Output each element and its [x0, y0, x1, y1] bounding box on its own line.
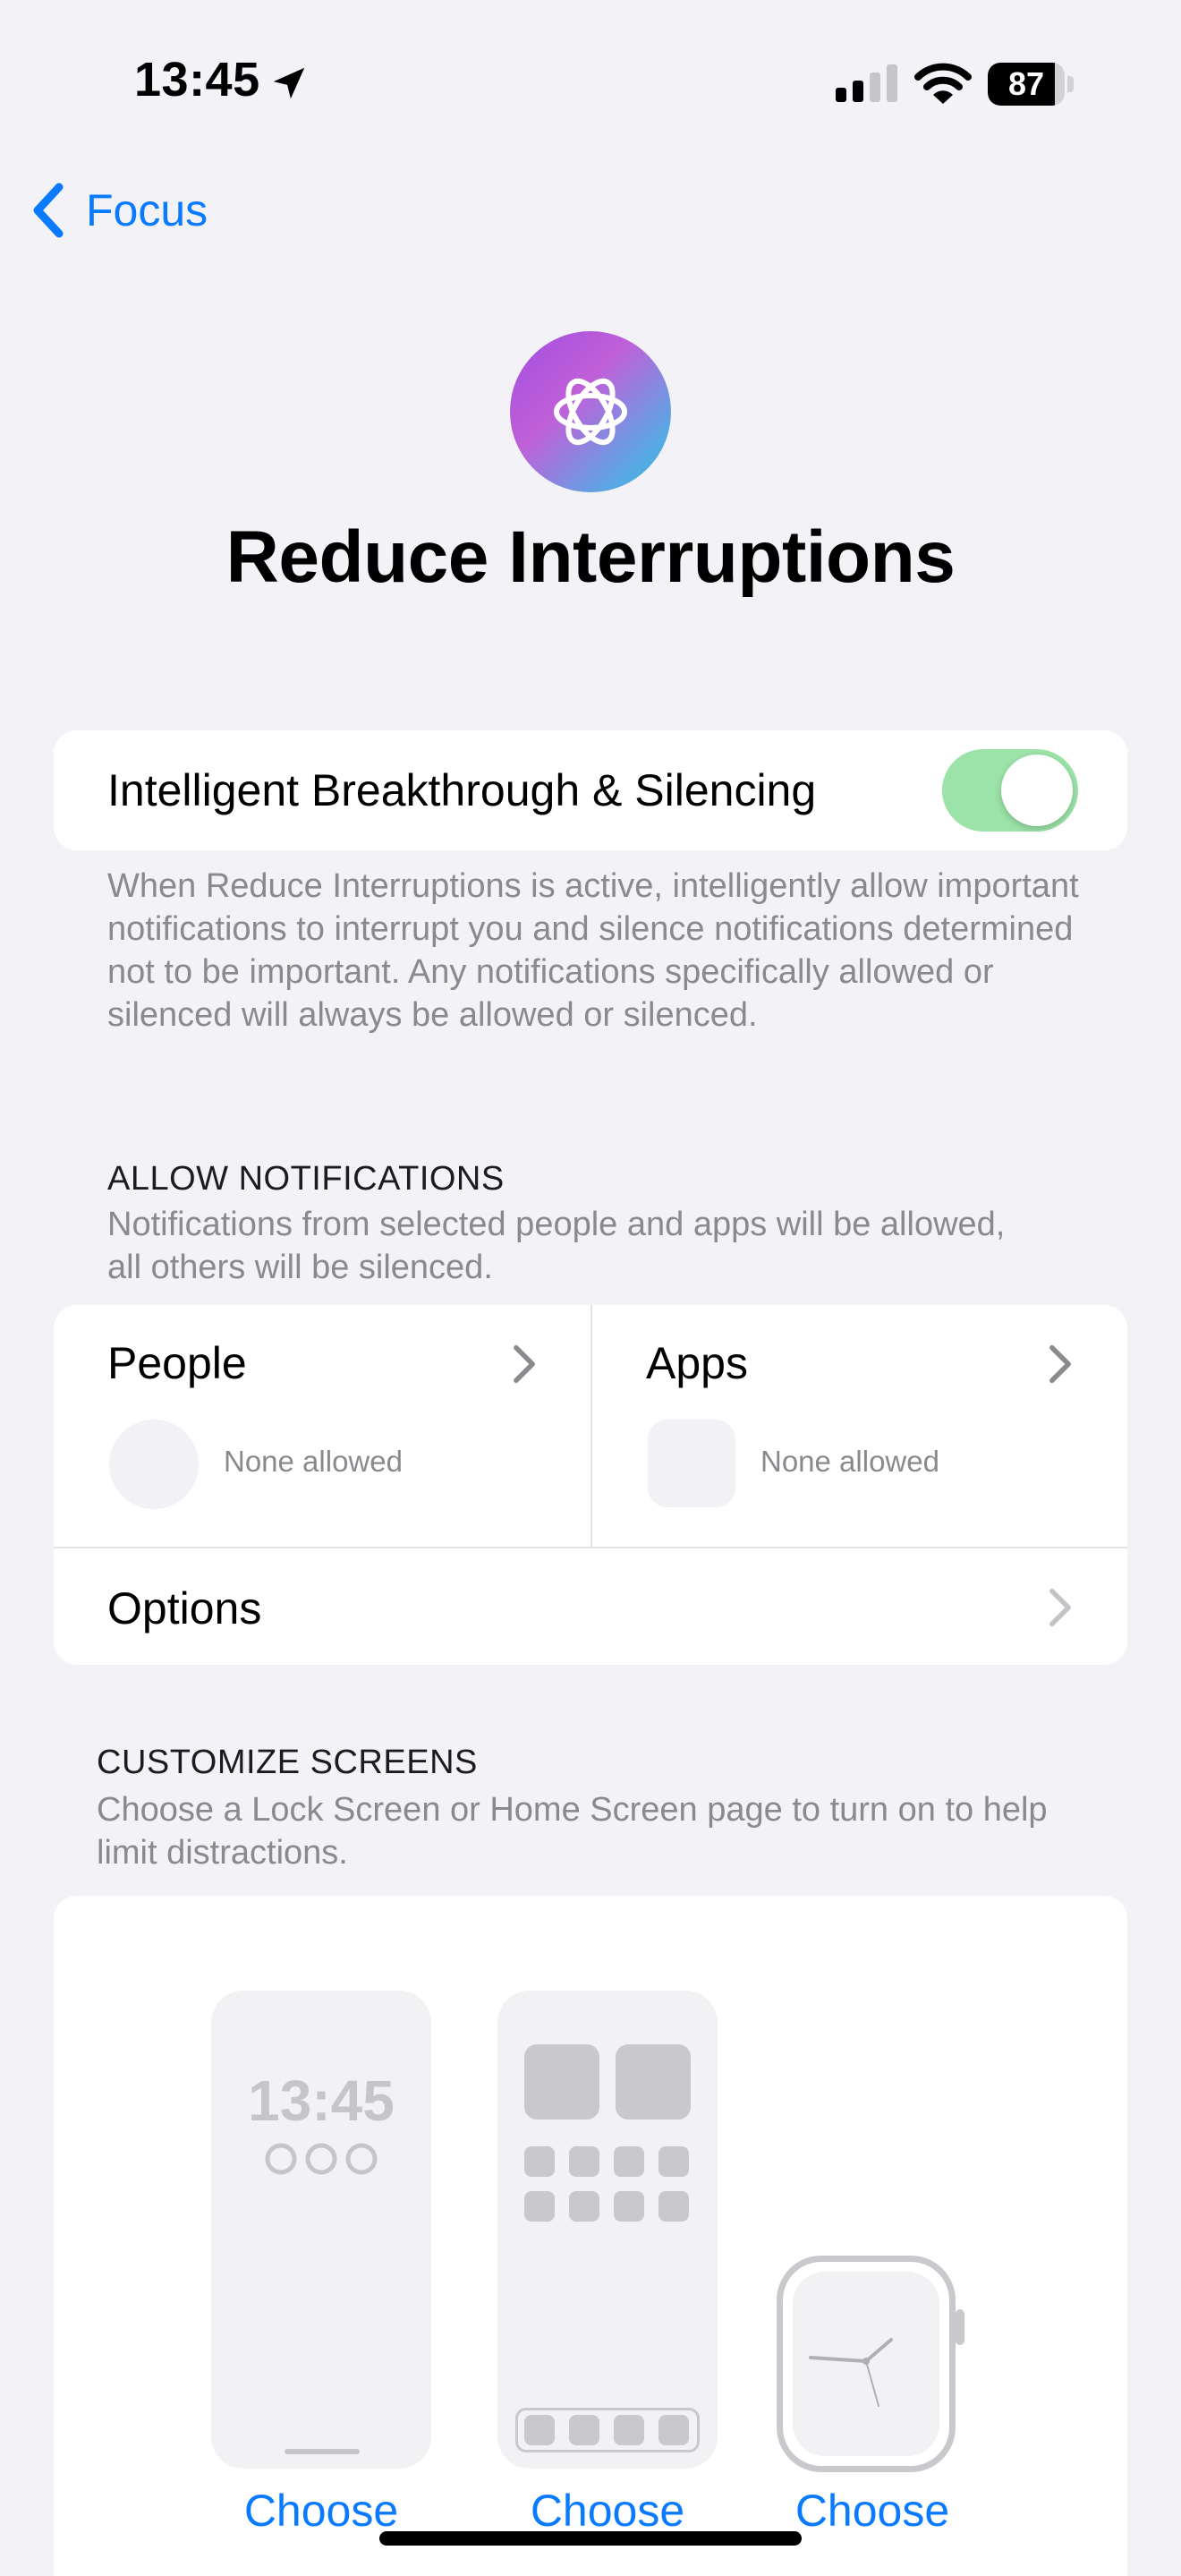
mini-app-tile [658, 2146, 689, 2177]
allow-notifications-card: People None allowed Apps None allowed Op… [54, 1305, 1127, 1665]
watch-clock-hands-icon [809, 2338, 893, 2407]
mini-app-tile [614, 2146, 644, 2177]
chevron-right-icon [1049, 1588, 1071, 1627]
home-dock-apps [524, 2415, 691, 2445]
mini-app-tile [569, 2191, 599, 2222]
intelligent-breakthrough-footer: When Reduce Interruptions is active, int… [107, 867, 1079, 1034]
watch-face-preview[interactable] [777, 2256, 964, 2472]
choose-home-screen-button[interactable]: Choose [473, 2485, 742, 2537]
customize-screens-subheader: Choose a Lock Screen or Home Screen page… [97, 1791, 1048, 1872]
home-indicator [379, 2531, 802, 2546]
mini-app-tile [569, 2146, 599, 2177]
battery-percent: 87 [1007, 65, 1045, 102]
lock-screen-home-indicator [285, 2449, 360, 2454]
mini-app-tile [524, 2146, 555, 2177]
battery-indicator: 87 [988, 63, 1074, 106]
intelligent-breakthrough-label: Intelligent Breakthrough & Silencing [107, 765, 817, 815]
lock-screen-preview[interactable]: 13:45 [211, 1991, 431, 2469]
choose-lock-screen-button[interactable]: Choose [187, 2485, 455, 2537]
customize-screens-card: 13:45 Choose Choose Choose [54, 1896, 1127, 2576]
intelligent-breakthrough-toggle[interactable] [942, 749, 1078, 832]
wifi-icon [914, 63, 972, 104]
chevron-right-icon [1049, 1344, 1071, 1384]
apps-cell[interactable]: Apps None allowed [592, 1305, 1127, 1547]
allow-notifications-subheader: Notifications from selected people and a… [107, 1206, 1006, 1286]
mini-app-tile [524, 2415, 555, 2445]
mini-app-tile [614, 2415, 644, 2445]
people-label: People [107, 1338, 247, 1388]
watch-crown [956, 2309, 964, 2345]
cellular-signal-icon [836, 64, 897, 102]
options-label: Options [107, 1583, 262, 1633]
people-avatar-placeholder [109, 1420, 199, 1509]
back-label: Focus [86, 185, 208, 235]
options-row[interactable]: Options [54, 1548, 1127, 1665]
lock-screen-time: 13:45 [248, 2068, 395, 2133]
reduce-interruptions-icon [510, 331, 671, 492]
home-screen-preview[interactable] [497, 1991, 718, 2469]
toggle-knob [1001, 755, 1073, 826]
mini-app-tile [569, 2415, 599, 2445]
status-time: 13:45 [134, 53, 260, 107]
page-title: Reduce Interruptions [225, 516, 956, 598]
app-icon-placeholder [648, 1420, 735, 1507]
home-widget [616, 2044, 691, 2120]
apps-status: None allowed [760, 1445, 939, 1478]
mini-app-tile [524, 2191, 555, 2222]
customize-screens-header: CUSTOMIZE SCREENS [97, 1744, 478, 1781]
chevron-left-icon [33, 183, 64, 238]
home-widget [524, 2044, 599, 2120]
people-cell[interactable]: People None allowed [54, 1305, 590, 1547]
choose-watch-face-button[interactable]: Choose [738, 2485, 1007, 2537]
mini-app-tile [658, 2191, 689, 2222]
back-button[interactable]: Focus [30, 179, 208, 242]
allow-notifications-header: ALLOW NOTIFICATIONS [107, 1160, 505, 1198]
mini-app-tile [614, 2191, 644, 2222]
chevron-right-icon [514, 1344, 535, 1384]
lock-screen-widgets-icon [265, 2143, 378, 2175]
intelligent-breakthrough-card: Intelligent Breakthrough & Silencing [54, 730, 1127, 850]
mini-app-tile [658, 2415, 689, 2445]
home-app-grid [524, 2146, 691, 2229]
people-status: None allowed [224, 1445, 403, 1478]
apps-label: Apps [646, 1338, 748, 1388]
atom-icon [554, 378, 627, 446]
location-arrow-icon [273, 67, 305, 99]
